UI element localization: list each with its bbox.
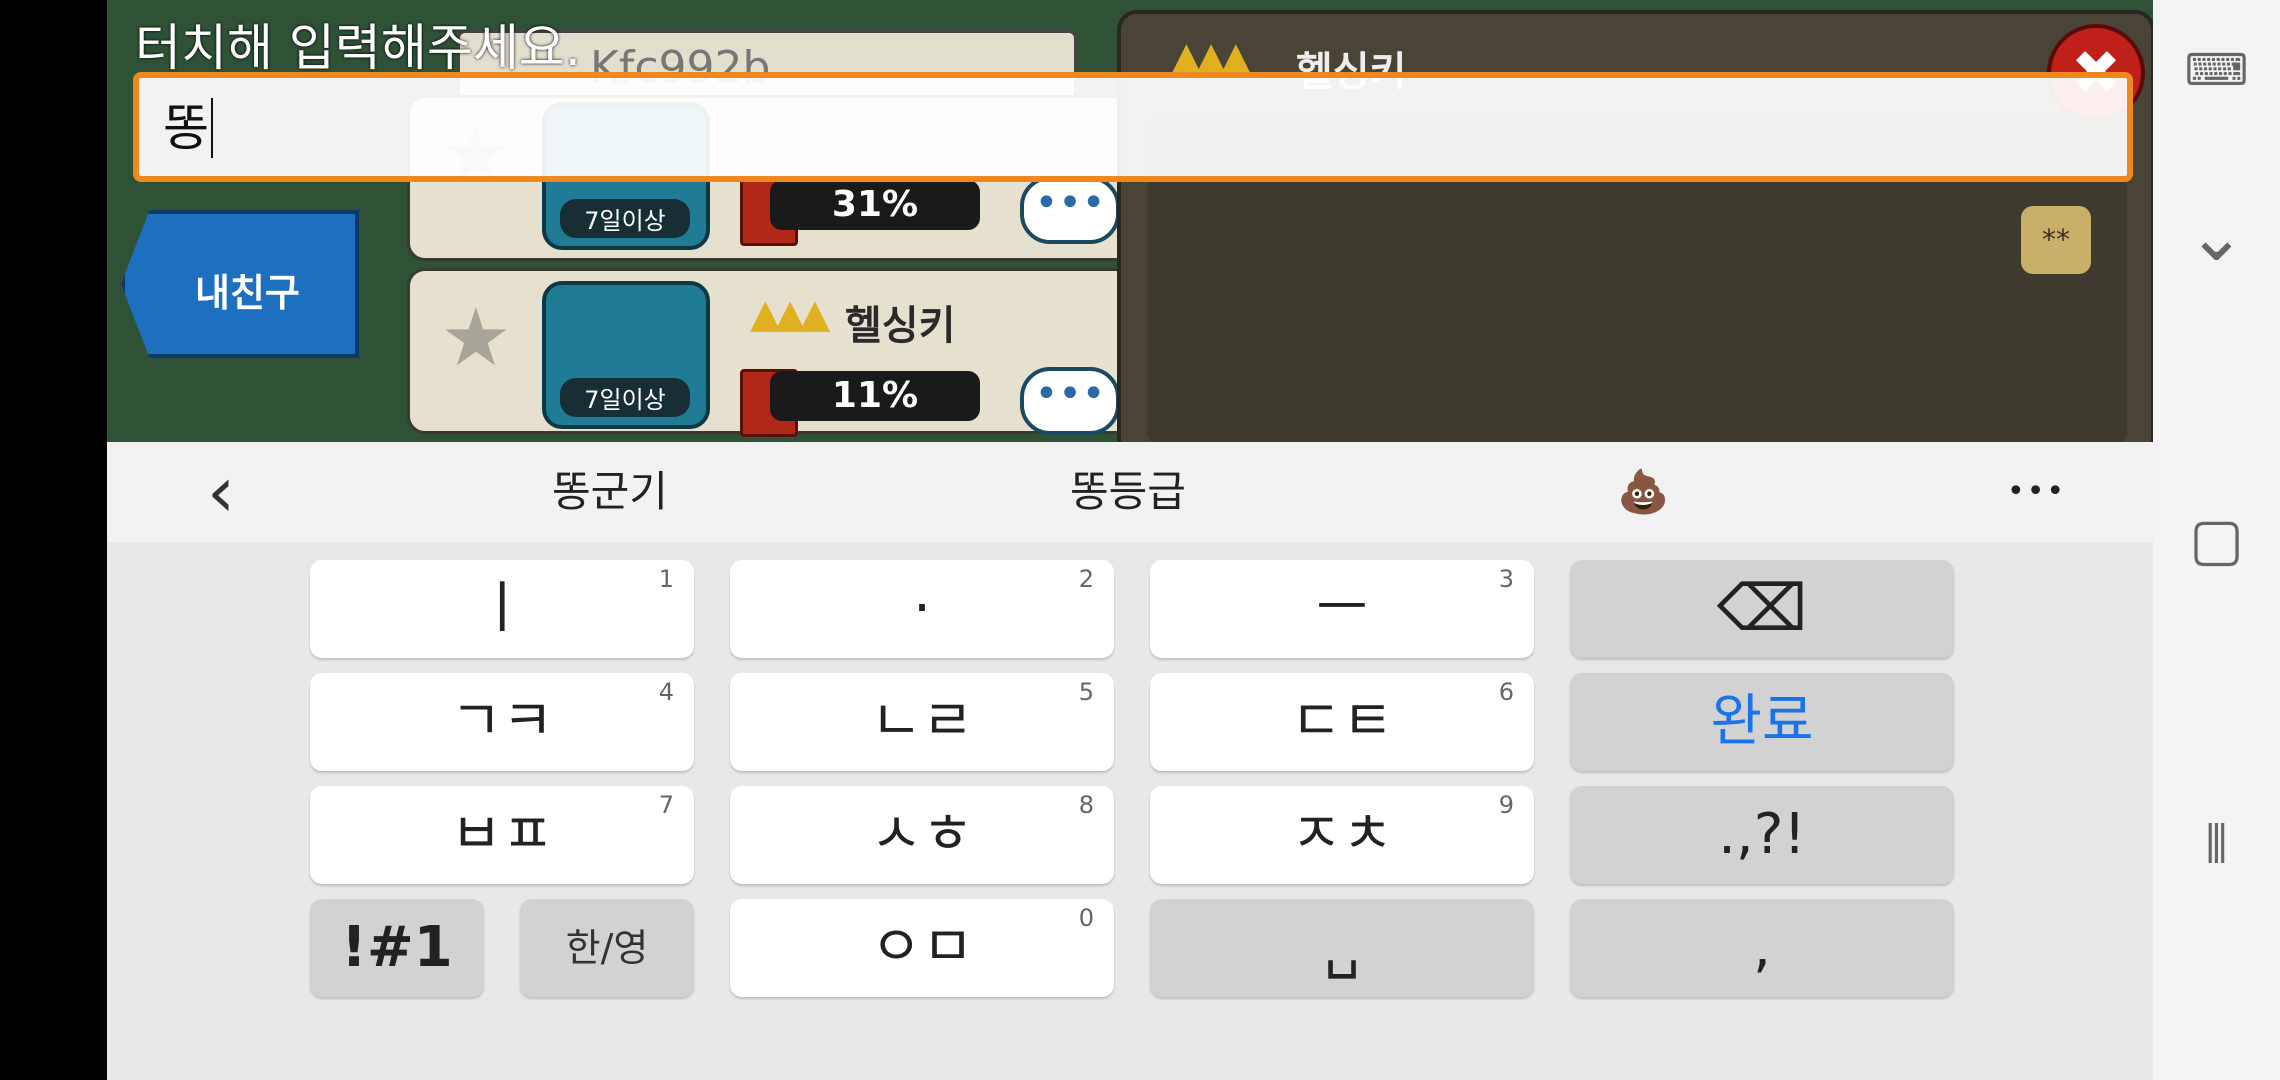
percent-bar: 11%	[770, 371, 980, 421]
key-label: ㅅㅎ	[870, 802, 974, 867]
keyboard-switch-icon[interactable]: ⌨	[2153, 45, 2280, 96]
star-badge: **	[2021, 206, 2091, 274]
my-friend-label: 내친구	[195, 271, 300, 315]
key-label: ㄷㅌ	[1290, 689, 1394, 754]
text-input[interactable]: 똥	[133, 72, 2133, 182]
input-prompt: 터치해 입력해주세요.	[135, 19, 581, 77]
hide-keyboard-icon[interactable]: ⌄	[2153, 195, 2280, 277]
left-black-bar	[0, 0, 107, 1080]
chat-bubble-icon[interactable]: •••	[1020, 367, 1120, 435]
key-label: ·	[913, 576, 931, 641]
space-icon: ␣	[1324, 915, 1360, 980]
suggestion-item[interactable]: 똥군기	[552, 442, 668, 542]
punctuation-key[interactable]: .,?!	[1570, 786, 1954, 884]
suggestion-item[interactable]: 똥등급	[1070, 442, 1186, 542]
key-s-h[interactable]: ㅅㅎ 8	[730, 786, 1114, 884]
friend-avatar: 7일이상	[542, 281, 710, 429]
key-label: ㅇㅁ	[870, 915, 974, 980]
key-g-k[interactable]: ㄱㅋ 4	[310, 673, 694, 771]
key-number: 4	[658, 678, 674, 706]
key-number: 9	[1498, 791, 1514, 819]
key-b-p[interactable]: ㅂㅍ 7	[310, 786, 694, 884]
done-key[interactable]: 완료	[1570, 673, 1954, 771]
rank-crown-icon: ▲▲▲	[750, 291, 830, 337]
key-eu[interactable]: ㅡ3	[1150, 560, 1534, 658]
key-number: 7	[658, 791, 674, 819]
input-value: 똥	[163, 98, 213, 158]
key-n-r[interactable]: ㄴㄹ 5	[730, 673, 1114, 771]
home-button[interactable]: ▢	[2153, 505, 2280, 573]
chat-bubble-icon[interactable]: •••	[1020, 176, 1120, 244]
key-label: !#1	[341, 915, 453, 980]
key-label: ㄴㄹ	[870, 689, 974, 754]
key-label: ㅣ	[476, 576, 528, 641]
key-label: 완료	[1710, 689, 1814, 754]
language-toggle-key[interactable]: 한/영	[520, 899, 694, 997]
key-label: .,?!	[1718, 802, 1806, 867]
key-label: 한/영	[565, 926, 649, 970]
key-d-t[interactable]: ㄷㅌ 6	[1150, 673, 1534, 771]
comma-key[interactable]: ,	[1570, 899, 1954, 997]
suggestion-bar: ‹ 똥군기 똥등급 💩 •••	[107, 442, 2153, 542]
key-j-ch[interactable]: ㅈㅊ 9	[1150, 786, 1534, 884]
key-number: 5	[1078, 678, 1094, 706]
symbols-key[interactable]: !#1	[310, 899, 484, 997]
key-label: ㅈㅊ	[1290, 802, 1394, 867]
key-label: ㄱㅋ	[450, 689, 554, 754]
key-number: 2	[1078, 565, 1094, 593]
key-number: 1	[658, 565, 674, 593]
key-label: ㅡ	[1316, 576, 1368, 641]
key-label: ,	[1753, 915, 1771, 980]
friend-card[interactable]: ★ 7일이상 ▲▲▲ 헬싱키 11% •••	[407, 268, 1233, 437]
space-key[interactable]: ␣	[1150, 899, 1534, 997]
key-number: 0	[1078, 904, 1094, 932]
key-o-m[interactable]: ㅇㅁ 0	[730, 899, 1114, 997]
key-number: 3	[1498, 565, 1514, 593]
avatar-label: 7일이상	[560, 199, 690, 238]
key-dot[interactable]: · 2	[730, 560, 1114, 658]
my-friend-tab[interactable]: 내친구	[121, 210, 359, 358]
favorite-star-icon[interactable]: ★	[440, 291, 512, 384]
key-label: ㅂㅍ	[450, 802, 554, 867]
percent-bar: 31%	[770, 180, 980, 230]
backspace-key[interactable]: ⌫	[1570, 560, 1954, 658]
suggestion-emoji[interactable]: 💩	[1617, 442, 1669, 542]
key-number: 6	[1498, 678, 1514, 706]
suggestion-back-icon[interactable]: ‹	[207, 442, 235, 542]
more-options-icon[interactable]: •••	[2007, 442, 2066, 542]
backspace-icon: ⌫	[1716, 572, 1808, 646]
avatar-label: 7일이상	[560, 378, 690, 417]
key-number: 8	[1078, 791, 1094, 819]
recents-button[interactable]: ⦀	[2153, 815, 2280, 876]
keyboard: ㅣ1 · 2 ㅡ3 ⌫ ㄱㅋ 4 ㄴㄹ 5 ㄷㅌ 6 완료 ㅂㅍ 7 ㅅㅎ 8 ㅈㅊ 9 .,…	[107, 542, 2153, 1080]
key-i[interactable]: ㅣ1	[310, 560, 694, 658]
navigation-bar: ⌨ ⌄ ▢ ⦀	[2153, 0, 2280, 1080]
friend-name: 헬싱키	[845, 303, 956, 349]
